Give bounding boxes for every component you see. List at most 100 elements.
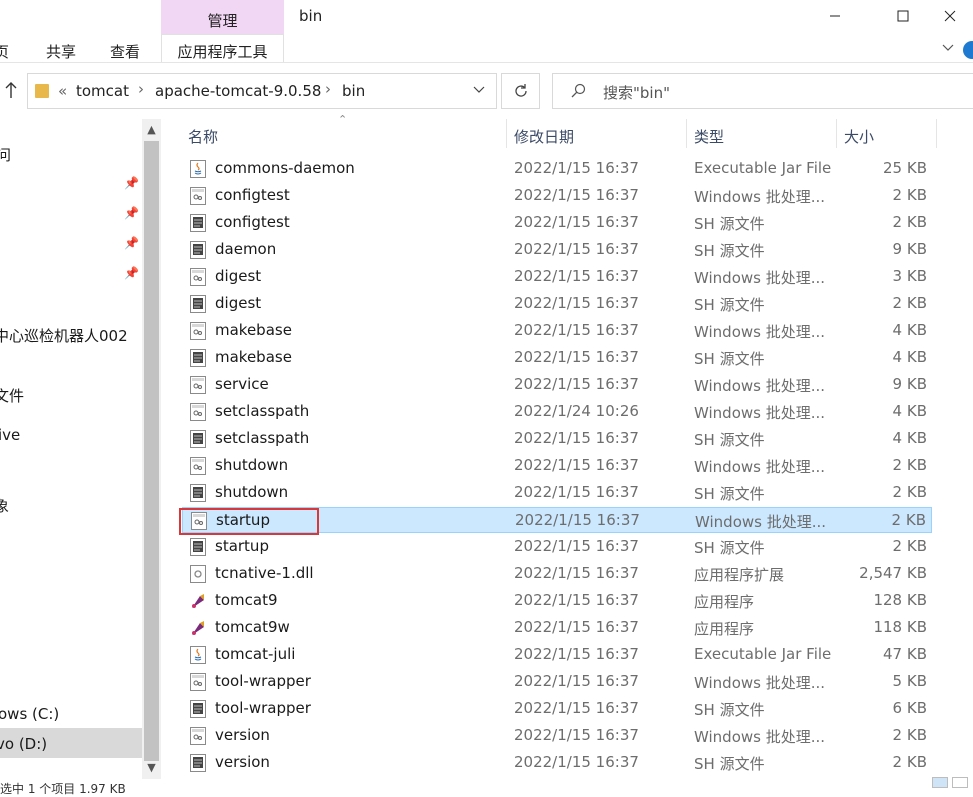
column-divider[interactable] xyxy=(506,119,507,148)
file-row[interactable]: tomcat-juli 2022/1/15 16:37 Executable Jar… xyxy=(182,642,932,668)
file-modified-date: 2022/1/15 16:37 xyxy=(515,511,640,529)
shell-script-icon xyxy=(190,484,206,502)
column-header-name[interactable]: 名称 xyxy=(188,126,218,147)
scroll-up-arrow-icon[interactable]: ▲ xyxy=(144,120,159,138)
ribbon-expand-chevron-icon[interactable] xyxy=(941,38,955,62)
file-row[interactable]: digest 2022/1/15 16:37 Windows 批处理... 3 KB xyxy=(182,264,932,290)
sidebar-item-files[interactable]: 文件 xyxy=(0,385,24,406)
address-dropdown-chevron-icon[interactable] xyxy=(472,82,486,100)
file-row[interactable]: shutdown 2022/1/15 16:37 Windows 批处理... 2 K… xyxy=(182,453,932,479)
ribbon-tab-page[interactable]: 页 xyxy=(0,41,9,62)
file-size: 47 KB xyxy=(883,645,927,663)
file-row[interactable]: commons-daemon 2022/1/15 16:37 Executable … xyxy=(182,156,932,182)
sidebar-scroll-thumb[interactable] xyxy=(144,141,159,761)
file-type: SH 源文件 xyxy=(694,350,765,368)
sidebar-item-onedrive[interactable]: ive xyxy=(0,426,20,444)
file-modified-date: 2022/1/15 16:37 xyxy=(514,537,639,555)
file-row[interactable]: startup 2022/1/15 16:37 SH 源文件 2 KB xyxy=(182,534,932,560)
file-row[interactable]: tool-wrapper 2022/1/15 16:37 SH 源文件 6 KB xyxy=(182,696,932,722)
file-row[interactable]: configtest 2022/1/15 16:37 SH 源文件 2 KB xyxy=(182,210,932,236)
scroll-down-arrow-icon[interactable]: ▼ xyxy=(144,758,159,776)
pin-icon[interactable]: 📌 xyxy=(124,176,139,190)
file-name: configtest xyxy=(215,186,290,204)
pin-icon[interactable]: 📌 xyxy=(124,236,139,250)
file-name: service xyxy=(215,375,269,393)
ribbon-divider xyxy=(0,62,973,63)
file-row[interactable]: setclasspath 2022/1/24 10:26 Windows 批处理..… xyxy=(182,399,932,425)
file-name: shutdown xyxy=(215,456,289,474)
file-row[interactable]: version 2022/1/15 16:37 Windows 批处理... 2 KB xyxy=(182,723,932,749)
maximize-icon[interactable] xyxy=(880,0,926,32)
tomcat-app-icon xyxy=(190,592,206,610)
column-header-modified[interactable]: 修改日期 xyxy=(514,126,574,147)
file-type: Windows 批处理... xyxy=(694,269,826,287)
file-name: version xyxy=(215,726,270,744)
file-row[interactable]: shutdown 2022/1/15 16:37 SH 源文件 2 KB xyxy=(182,480,932,506)
annotation-highlight-box xyxy=(179,508,319,535)
file-modified-date: 2022/1/15 16:37 xyxy=(514,267,639,285)
file-row[interactable]: version 2022/1/15 16:37 SH 源文件 2 KB xyxy=(182,750,932,776)
file-modified-date: 2022/1/15 16:37 xyxy=(514,348,639,366)
folder-icon xyxy=(35,84,49,98)
column-header-type[interactable]: 类型 xyxy=(694,126,724,147)
file-name: digest xyxy=(215,267,262,285)
shell-script-icon xyxy=(190,700,206,718)
file-row[interactable]: digest 2022/1/15 16:37 SH 源文件 2 KB xyxy=(182,291,932,317)
file-size: 2 KB xyxy=(891,511,926,529)
refresh-button[interactable] xyxy=(501,73,540,109)
large-icons-view-icon[interactable] xyxy=(952,777,968,788)
ribbon-tab-share[interactable]: 共享 xyxy=(46,41,76,62)
close-icon[interactable] xyxy=(927,0,973,32)
file-size: 9 KB xyxy=(892,240,927,258)
ribbon-tab-view[interactable]: 查看 xyxy=(110,41,140,62)
column-divider[interactable] xyxy=(836,119,837,148)
file-modified-date: 2022/1/15 16:37 xyxy=(514,294,639,312)
sort-ascending-icon: ⌃ xyxy=(338,113,348,126)
batch-file-icon xyxy=(190,268,206,286)
file-row[interactable]: tool-wrapper 2022/1/15 16:37 Windows 批处理..… xyxy=(182,669,932,695)
file-size: 4 KB xyxy=(892,321,927,339)
file-row[interactable]: configtest 2022/1/15 16:37 Windows 批处理... 2… xyxy=(182,183,932,209)
file-type: SH 源文件 xyxy=(694,755,765,773)
sidebar-item-drive-c[interactable]: ows (C:) xyxy=(0,705,59,723)
file-type: Windows 批处理... xyxy=(695,513,827,531)
sidebar-item-drive-d[interactable]: vo (D:) xyxy=(0,735,47,753)
breadcrumb-overflow[interactable]: « xyxy=(58,82,67,100)
breadcrumb-separator-icon[interactable]: › xyxy=(138,80,144,98)
file-modified-date: 2022/1/15 16:37 xyxy=(514,186,639,204)
column-divider[interactable] xyxy=(686,119,687,148)
file-row[interactable]: setclasspath 2022/1/15 16:37 SH 源文件 4 KB xyxy=(182,426,932,452)
dll-file-icon xyxy=(190,565,206,583)
details-view-icon[interactable] xyxy=(932,777,948,788)
shell-script-icon xyxy=(190,295,206,313)
breadcrumb-apache-tomcat[interactable]: apache-tomcat-9.0.58 xyxy=(155,82,321,100)
batch-file-icon xyxy=(190,403,206,421)
sidebar-item-robot[interactable]: 中心巡检机器人002 xyxy=(0,325,128,346)
breadcrumb-separator-icon[interactable]: › xyxy=(325,80,331,98)
file-row[interactable]: tomcat9 2022/1/15 16:37 应用程序 128 KB xyxy=(182,588,932,614)
file-modified-date: 2022/1/15 16:37 xyxy=(514,645,639,663)
file-size: 4 KB xyxy=(892,429,927,447)
file-row[interactable]: makebase 2022/1/15 16:37 Windows 批处理... 4 K… xyxy=(182,318,932,344)
file-modified-date: 2022/1/24 10:26 xyxy=(514,402,639,420)
column-header-size[interactable]: 大小 xyxy=(844,126,874,147)
file-row[interactable]: makebase 2022/1/15 16:37 SH 源文件 4 KB xyxy=(182,345,932,371)
minimize-icon[interactable] xyxy=(812,0,858,32)
sidebar-item-objects[interactable]: 象 xyxy=(0,495,9,516)
file-size: 2 KB xyxy=(892,753,927,771)
pin-icon[interactable]: 📌 xyxy=(124,206,139,220)
file-row[interactable]: service 2022/1/15 16:37 Windows 批处理... 9 KB xyxy=(182,372,932,398)
file-row[interactable]: daemon 2022/1/15 16:37 SH 源文件 9 KB xyxy=(182,237,932,263)
file-row[interactable]: tomcat9w 2022/1/15 16:37 应用程序 118 KB xyxy=(182,615,932,641)
sidebar-item-quick-access[interactable]: 问 xyxy=(0,144,11,165)
file-name: tool-wrapper xyxy=(215,699,311,717)
file-row[interactable]: tcnative-1.dll 2022/1/15 16:37 应用程序扩展 2,547… xyxy=(182,561,932,587)
pin-icon[interactable]: 📌 xyxy=(124,266,139,280)
help-icon[interactable] xyxy=(963,41,973,59)
breadcrumb-tomcat[interactable]: tomcat xyxy=(76,82,129,100)
file-name: tool-wrapper xyxy=(215,672,311,690)
breadcrumb-bin[interactable]: bin xyxy=(342,82,365,100)
column-divider[interactable] xyxy=(936,119,937,148)
up-arrow-icon[interactable] xyxy=(3,80,19,104)
file-type: Executable Jar File xyxy=(694,645,832,663)
